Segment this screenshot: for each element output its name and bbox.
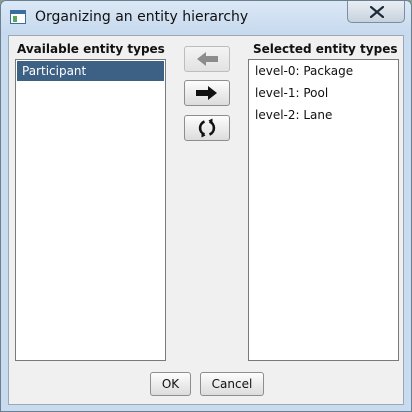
add-button[interactable] (184, 80, 230, 106)
available-list[interactable]: Participant (15, 59, 166, 361)
available-label: Available entity types (17, 42, 165, 56)
arrow-right-icon (196, 86, 217, 100)
close-icon (370, 6, 384, 18)
ok-button[interactable]: OK (150, 372, 191, 396)
dialog-window: Organizing an entity hierarchy Available… (0, 0, 412, 412)
selected-label: Selected entity types (253, 42, 398, 56)
cancel-button[interactable]: Cancel (200, 372, 264, 396)
arrow-left-icon (197, 52, 218, 66)
dialog-body: Available entity types Participant Selec… (8, 35, 404, 405)
list-item-participant[interactable]: Participant (17, 61, 164, 81)
list-item-package[interactable]: level-0: Package (250, 61, 397, 81)
list-item-lane[interactable]: level-2: Lane (250, 105, 397, 125)
selected-list[interactable]: level-0: Package level-1: Pool level-2: … (248, 59, 399, 361)
title-bar[interactable]: Organizing an entity hierarchy (1, 1, 411, 35)
reset-button[interactable] (184, 115, 230, 141)
app-window-icon (10, 10, 26, 24)
list-item-pool[interactable]: level-1: Pool (250, 83, 397, 103)
window-title: Organizing an entity hierarchy (35, 9, 249, 25)
refresh-icon (198, 118, 216, 138)
remove-button[interactable] (184, 46, 230, 72)
close-button[interactable] (347, 1, 405, 23)
